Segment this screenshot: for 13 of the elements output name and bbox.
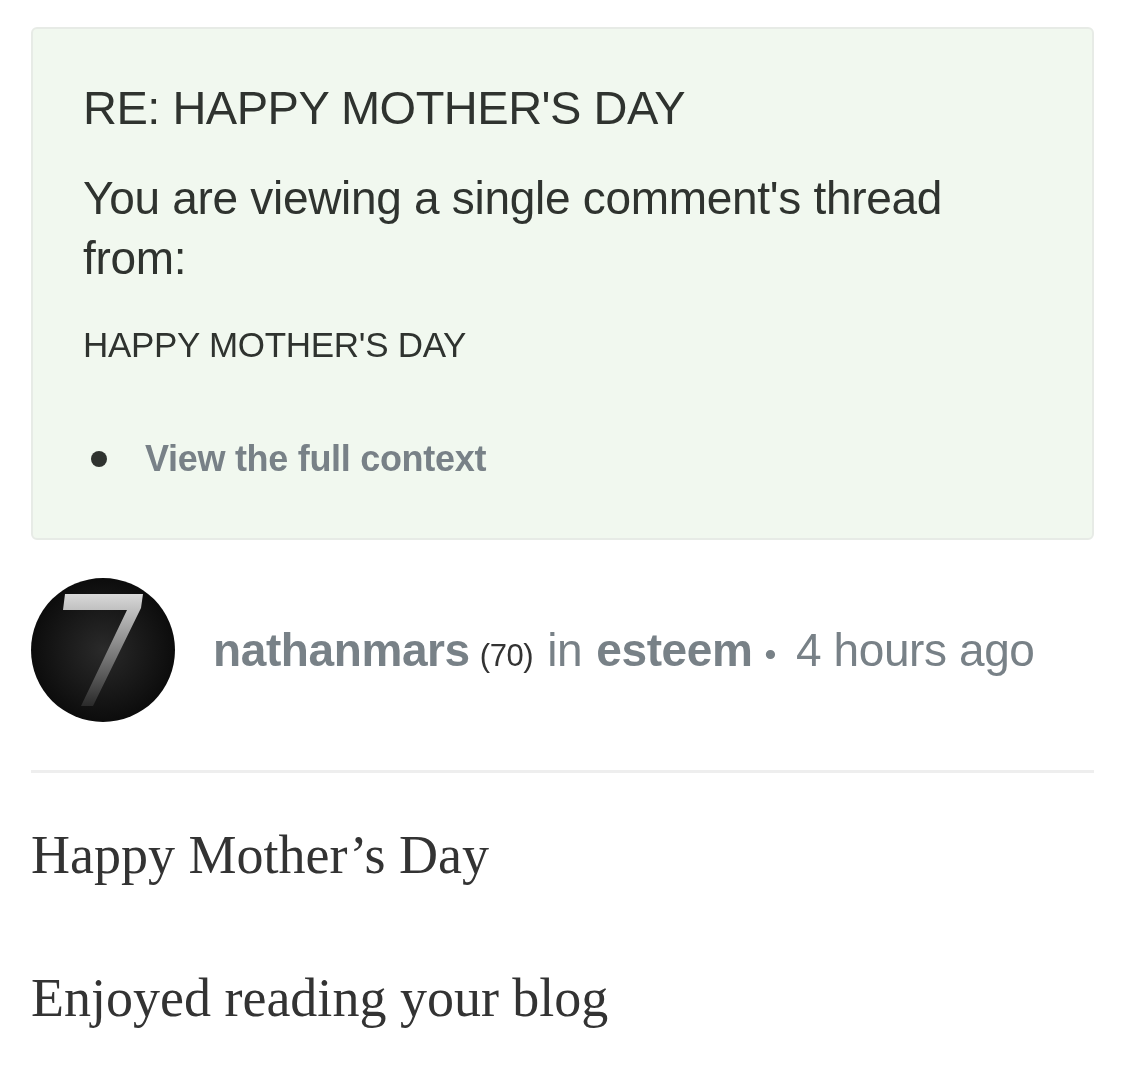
thread-title: RE: HAPPY MOTHER'S DAY [83,80,687,136]
preposition-text: in [547,623,583,677]
reputation-score: (70) [479,638,534,674]
full-context-link[interactable]: View the full context [145,437,487,481]
comment-paragraph: Enjoyed reading your blog [31,968,610,1028]
timestamp: 4 hours ago [795,623,1035,677]
comment-paragraph: Happy Mother’s Day [31,825,490,885]
author-link[interactable]: nathanmars [213,623,470,677]
parent-post-title: HAPPY MOTHER'S DAY [83,324,468,366]
separator-dot: • [764,635,776,674]
thread-notice: You are viewing a single comment's thread from: [83,171,944,286]
bullet-icon [91,451,107,467]
community-link[interactable]: esteem [596,623,753,677]
